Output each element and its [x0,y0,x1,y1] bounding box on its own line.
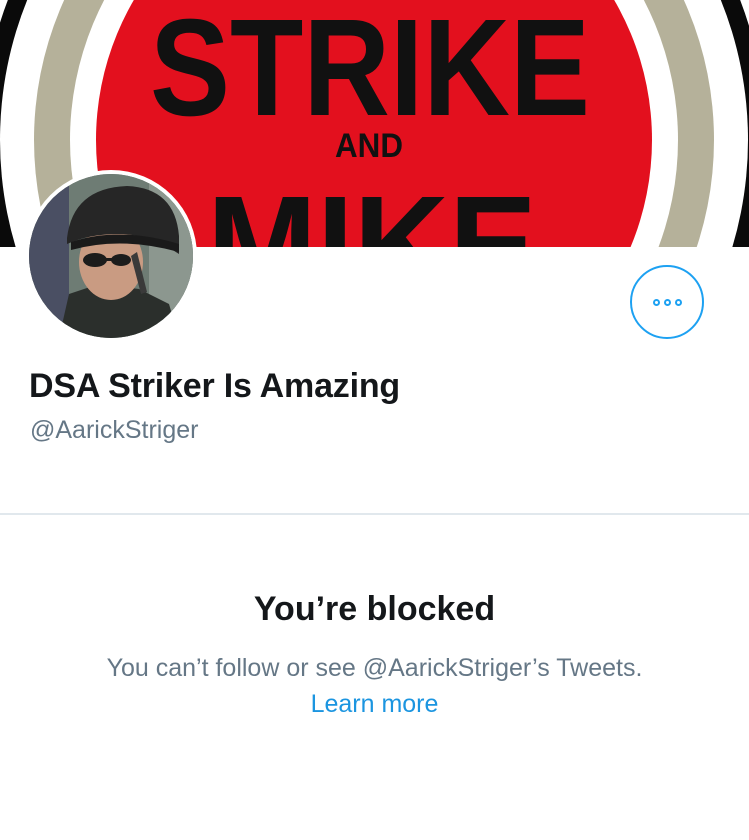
blocked-title: You’re blocked [253,590,496,628]
banner-title-mike: MIKE [207,168,537,247]
learn-more-link[interactable]: Learn more [0,690,749,719]
avatar-photo [29,174,193,338]
banner-title-strike: STRIKE [150,0,590,145]
display-name: DSA Striker Is Amazing [29,367,400,405]
profile-photo-icon [29,174,193,338]
profile-page: STRIKE AND MIKE DSA Striker Is Amazing @… [0,0,749,840]
ellipsis-dot [652,298,660,306]
blocked-description: You can’t follow or see @AarickStriger’s… [106,654,643,682]
banner-title-and: AND [335,127,403,165]
ellipsis-icon [652,298,682,306]
user-handle: @AarickStriger [30,416,199,444]
more-options-button[interactable] [630,265,704,339]
avatar[interactable] [25,170,197,342]
ellipsis-dot [663,298,671,306]
section-divider [0,513,749,515]
ellipsis-dot [674,298,682,306]
